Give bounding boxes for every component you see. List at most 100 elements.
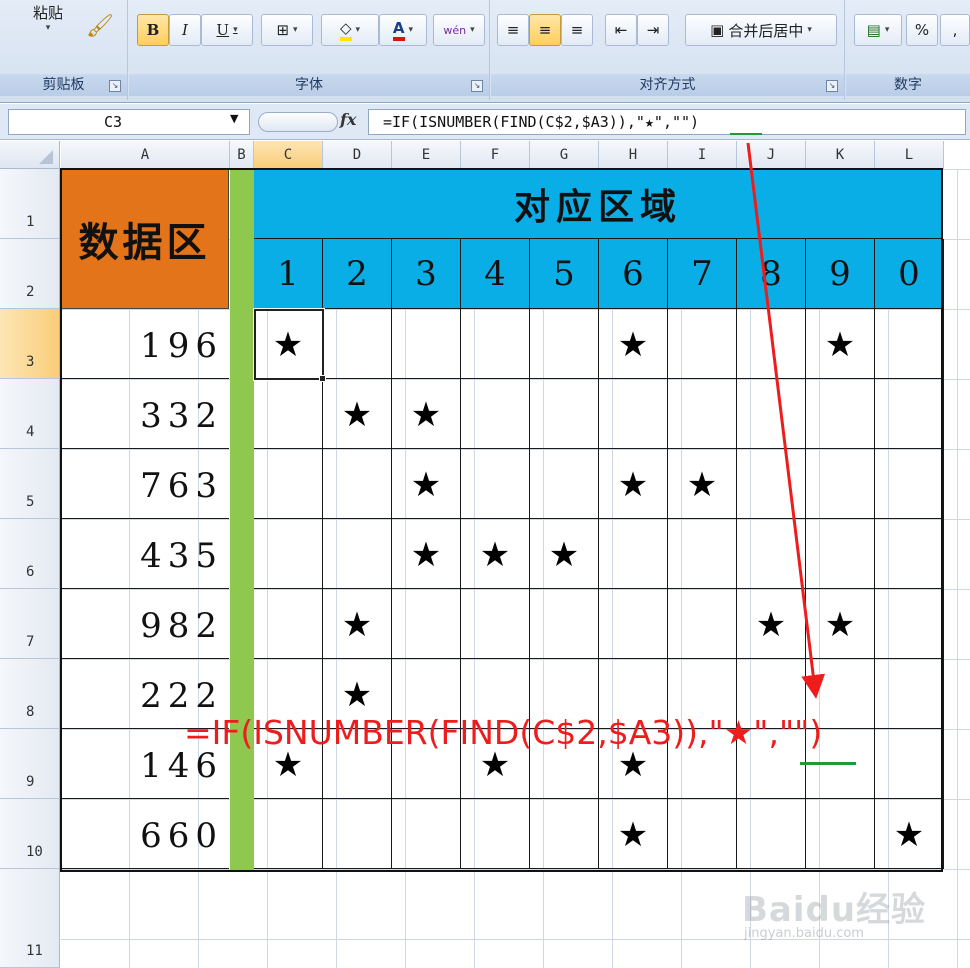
- star-cell[interactable]: ★: [599, 449, 668, 519]
- column-header-c[interactable]: C: [254, 141, 323, 169]
- star-cell[interactable]: ★: [599, 309, 668, 379]
- select-all-button[interactable]: [0, 141, 60, 169]
- row-header-7[interactable]: 7: [0, 589, 60, 659]
- empty-cell[interactable]: [668, 309, 737, 379]
- empty-cell[interactable]: [668, 799, 737, 869]
- column-header-f[interactable]: F: [461, 141, 530, 169]
- increase-indent-button[interactable]: ⇥: [637, 14, 669, 46]
- digit-header-cell[interactable]: 5: [530, 239, 599, 309]
- underline-button[interactable]: U ▾: [201, 14, 253, 46]
- digit-header-cell[interactable]: 9: [806, 239, 875, 309]
- empty-cell[interactable]: [323, 449, 392, 519]
- alignment-launcher-icon[interactable]: ↘: [826, 80, 838, 92]
- star-cell[interactable]: ★: [806, 589, 875, 659]
- empty-cell[interactable]: [737, 519, 806, 589]
- data-number-cell[interactable]: 332: [61, 379, 229, 449]
- star-cell[interactable]: ★: [737, 589, 806, 659]
- empty-cell[interactable]: [323, 519, 392, 589]
- digit-header-cell[interactable]: 8: [737, 239, 806, 309]
- name-box[interactable]: C3: [8, 109, 250, 135]
- data-number-cell[interactable]: 660: [61, 799, 229, 869]
- phonetic-button[interactable]: wén ▾: [433, 14, 485, 46]
- borders-button[interactable]: ⊞ ▾: [261, 14, 313, 46]
- font-color-button[interactable]: A ▾: [379, 14, 427, 46]
- clipboard-launcher-icon[interactable]: ↘: [109, 80, 121, 92]
- empty-cell[interactable]: [392, 799, 461, 869]
- empty-cell[interactable]: [254, 589, 323, 659]
- row-header-9[interactable]: 9: [0, 729, 60, 799]
- italic-button[interactable]: I: [169, 14, 201, 46]
- empty-cell[interactable]: [461, 799, 530, 869]
- empty-cell[interactable]: [875, 449, 944, 519]
- format-painter-icon[interactable]: 🖌: [86, 14, 114, 39]
- fill-color-button[interactable]: ◇ ▾: [321, 14, 379, 46]
- empty-cell[interactable]: [668, 519, 737, 589]
- column-header-j[interactable]: J: [737, 141, 806, 169]
- row-header-1[interactable]: 1: [0, 169, 60, 239]
- row-header-4[interactable]: 4: [0, 379, 60, 449]
- decrease-indent-button[interactable]: ⇤: [605, 14, 637, 46]
- empty-cell[interactable]: [806, 449, 875, 519]
- align-center-button[interactable]: ≡: [529, 14, 561, 46]
- digit-header-cell[interactable]: 6: [599, 239, 668, 309]
- column-header-h[interactable]: H: [599, 141, 668, 169]
- data-number-cell[interactable]: 196: [61, 309, 229, 379]
- empty-cell[interactable]: [530, 449, 599, 519]
- column-header-i[interactable]: I: [668, 141, 737, 169]
- data-area-header[interactable]: 数据区: [61, 169, 229, 309]
- star-cell[interactable]: ★: [806, 309, 875, 379]
- empty-cell[interactable]: [392, 589, 461, 659]
- empty-cell[interactable]: [875, 519, 944, 589]
- star-cell[interactable]: ★: [599, 799, 668, 869]
- merge-center-button[interactable]: ▣ 合并后居中 ▾: [685, 14, 837, 46]
- empty-cell[interactable]: [668, 589, 737, 659]
- star-cell[interactable]: ★: [323, 379, 392, 449]
- empty-cell[interactable]: [461, 309, 530, 379]
- empty-cell[interactable]: [530, 379, 599, 449]
- empty-cell[interactable]: [254, 519, 323, 589]
- data-number-cell[interactable]: 435: [61, 519, 229, 589]
- star-cell[interactable]: ★: [392, 519, 461, 589]
- star-cell[interactable]: ★: [530, 519, 599, 589]
- paste-button[interactable]: 粘贴 ▾: [18, 2, 78, 50]
- row-header-3[interactable]: 3: [0, 309, 60, 379]
- empty-cell[interactable]: [530, 799, 599, 869]
- font-launcher-icon[interactable]: ↘: [471, 80, 483, 92]
- empty-cell[interactable]: [737, 449, 806, 519]
- column-b-fill[interactable]: [230, 169, 254, 871]
- column-header-k[interactable]: K: [806, 141, 875, 169]
- row-header-8[interactable]: 8: [0, 659, 60, 729]
- digit-header-cell[interactable]: 7: [668, 239, 737, 309]
- empty-cell[interactable]: [875, 309, 944, 379]
- empty-cell[interactable]: [530, 589, 599, 659]
- empty-cell[interactable]: [875, 589, 944, 659]
- star-cell[interactable]: ★: [668, 449, 737, 519]
- empty-cell[interactable]: [323, 309, 392, 379]
- data-number-cell[interactable]: 763: [61, 449, 229, 519]
- column-header-g[interactable]: G: [530, 141, 599, 169]
- row-header-2[interactable]: 2: [0, 239, 60, 309]
- digit-header-cell[interactable]: 1: [254, 239, 323, 309]
- empty-cell[interactable]: [461, 589, 530, 659]
- column-header-e[interactable]: E: [392, 141, 461, 169]
- star-cell[interactable]: ★: [461, 519, 530, 589]
- star-cell[interactable]: ★: [392, 379, 461, 449]
- paste-dropdown-icon[interactable]: ▾: [18, 23, 78, 33]
- digit-header-cell[interactable]: 2: [323, 239, 392, 309]
- empty-cell[interactable]: [599, 589, 668, 659]
- row-header-5[interactable]: 5: [0, 449, 60, 519]
- empty-cell[interactable]: [392, 309, 461, 379]
- column-header-l[interactable]: L: [875, 141, 944, 169]
- empty-cell[interactable]: [323, 799, 392, 869]
- insert-function-icon[interactable]: fx: [340, 110, 356, 129]
- star-cell[interactable]: ★: [392, 449, 461, 519]
- row-header-10[interactable]: 10: [0, 799, 60, 869]
- empty-cell[interactable]: [254, 799, 323, 869]
- empty-cell[interactable]: [737, 799, 806, 869]
- digit-header-cell[interactable]: 3: [392, 239, 461, 309]
- name-box-dropdown-icon[interactable]: ▼: [230, 112, 238, 125]
- star-cell[interactable]: ★: [875, 799, 944, 869]
- region-header[interactable]: 对应区域: [254, 169, 942, 239]
- digit-header-cell[interactable]: 0: [875, 239, 944, 309]
- empty-cell[interactable]: [875, 659, 944, 729]
